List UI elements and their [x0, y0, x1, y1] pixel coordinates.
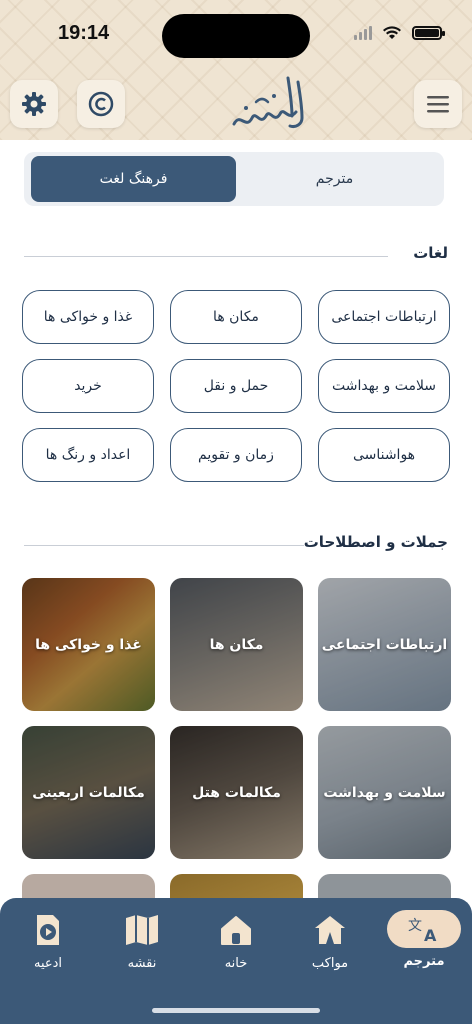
bottom-navigation: 文 A مترجم مواکب خانه نقشه ادعیه	[0, 898, 472, 1024]
tab-dictionary[interactable]: فرهنگ لغت	[31, 156, 236, 202]
word-chip[interactable]: هواشناسی	[318, 428, 450, 482]
nav-map[interactable]: نقشه	[102, 910, 182, 971]
home-icon	[212, 910, 260, 950]
map-icon	[118, 910, 166, 950]
audio-book-icon	[24, 910, 72, 950]
phrase-card-label: مکالمات هتل	[192, 784, 281, 801]
phrase-card-label: مکالمات اربعینی	[32, 784, 145, 801]
signal-icon	[354, 26, 372, 40]
tab-translator[interactable]: مترجم	[232, 156, 437, 202]
hamburger-icon	[427, 96, 449, 113]
status-time: 19:14	[58, 22, 110, 44]
phrase-card[interactable]: ارتباطات اجتماعی	[318, 578, 451, 711]
nav-label: مواکب	[311, 956, 349, 971]
phrase-card-label: مکان ها	[209, 636, 264, 653]
phrase-card[interactable]: مکان ها	[170, 578, 303, 711]
app-logo	[232, 76, 304, 128]
phrase-card-label: سلامت و بهداشت	[323, 784, 446, 801]
svg-text:文: 文	[408, 918, 422, 934]
mode-segmented-control: فرهنگ لغت مترجم	[24, 152, 444, 206]
copyright-button[interactable]	[77, 80, 125, 128]
tent-icon	[306, 910, 354, 950]
home-indicator	[152, 1008, 320, 1013]
phrase-card[interactable]: مکالمات اربعینی	[22, 726, 155, 859]
copyright-icon	[88, 91, 114, 117]
words-section-title: لغات	[413, 244, 448, 262]
status-icons	[354, 26, 445, 40]
settings-button[interactable]	[10, 80, 58, 128]
word-chip[interactable]: مکان ها	[170, 290, 302, 344]
nav-home[interactable]: خانه	[196, 910, 276, 971]
phrase-card[interactable]: مکالمات هتل	[170, 726, 303, 859]
word-chip[interactable]: حمل و نقل	[170, 359, 302, 413]
phrase-card-label: ارتباطات اجتماعی	[321, 636, 448, 653]
phrases-divider	[24, 545, 304, 546]
wifi-icon	[383, 26, 401, 39]
phrase-card[interactable]: سلامت و بهداشت	[318, 726, 451, 859]
nav-label: خانه	[224, 956, 248, 971]
word-chip[interactable]: سلامت و بهداشت	[318, 359, 450, 413]
phrase-card-label: غذا و خواکی ها	[35, 636, 142, 653]
nav-prayers[interactable]: ادعیه	[8, 910, 88, 971]
word-chip[interactable]: اعداد و رنگ ها	[22, 428, 154, 482]
nav-mawakib[interactable]: مواکب	[290, 910, 370, 971]
nav-translator[interactable]: 文 A مترجم	[384, 910, 464, 969]
phrases-section-title: جملات و اصطلاحات	[303, 533, 448, 551]
word-chip[interactable]: خرید	[22, 359, 154, 413]
nav-label: ادعیه	[33, 956, 63, 971]
gear-icon	[22, 92, 46, 116]
word-chip[interactable]: غذا و خواکی ها	[22, 290, 154, 344]
battery-icon	[412, 26, 445, 40]
nav-label: نقشه	[127, 956, 157, 971]
words-divider	[24, 256, 388, 257]
app-header: 19:14	[0, 0, 472, 140]
nav-label: مترجم	[403, 954, 445, 969]
translate-icon: 文 A	[387, 910, 461, 948]
word-chip[interactable]: ارتباطات اجتماعی	[318, 290, 450, 344]
svg-text:A: A	[424, 926, 437, 944]
word-chip[interactable]: زمان و تقویم	[170, 428, 302, 482]
phrase-card[interactable]: غذا و خواکی ها	[22, 578, 155, 711]
dynamic-island	[162, 14, 310, 58]
menu-button[interactable]	[414, 80, 462, 128]
